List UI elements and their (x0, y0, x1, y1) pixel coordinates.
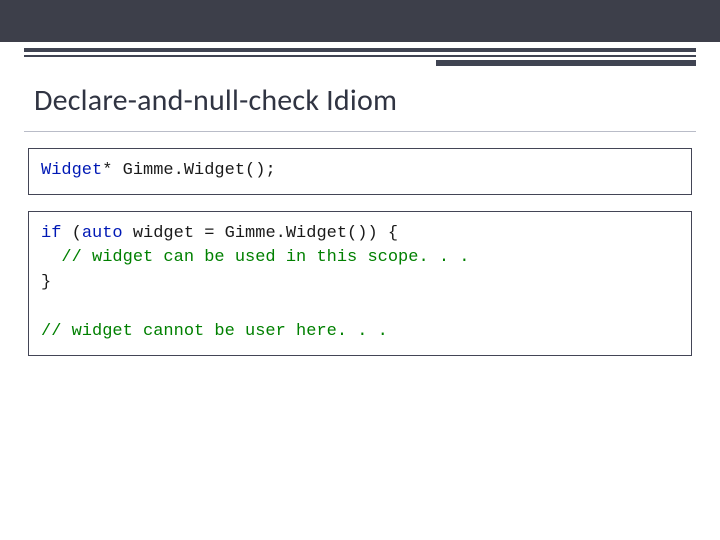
code-token: Widget (41, 161, 102, 180)
code-token: } (41, 273, 51, 292)
code-comment: // widget cannot be user here. . . (41, 322, 388, 341)
code-token: if (41, 224, 61, 243)
rule-thin (24, 55, 696, 57)
code-token: ( (61, 224, 81, 243)
rule-thick (24, 48, 696, 52)
code-box-declaration: Widget* Gimme.Widget(); (28, 148, 692, 195)
code-token: auto (82, 224, 123, 243)
title-bar (0, 0, 720, 42)
code-token: * Gimme.Widget(); (102, 161, 275, 180)
rule-accent (436, 60, 696, 66)
content-area: Widget* Gimme.Widget(); if (auto widget … (0, 132, 720, 356)
slide-title: Declare-and-null-check Idiom (0, 68, 720, 125)
code-token: widget = Gimme.Widget()) { (123, 224, 398, 243)
code-box-ifauto: if (auto widget = Gimme.Widget()) { // w… (28, 211, 692, 356)
header-rules (0, 48, 720, 68)
code-comment: // widget can be used in this scope. . . (41, 248, 469, 267)
